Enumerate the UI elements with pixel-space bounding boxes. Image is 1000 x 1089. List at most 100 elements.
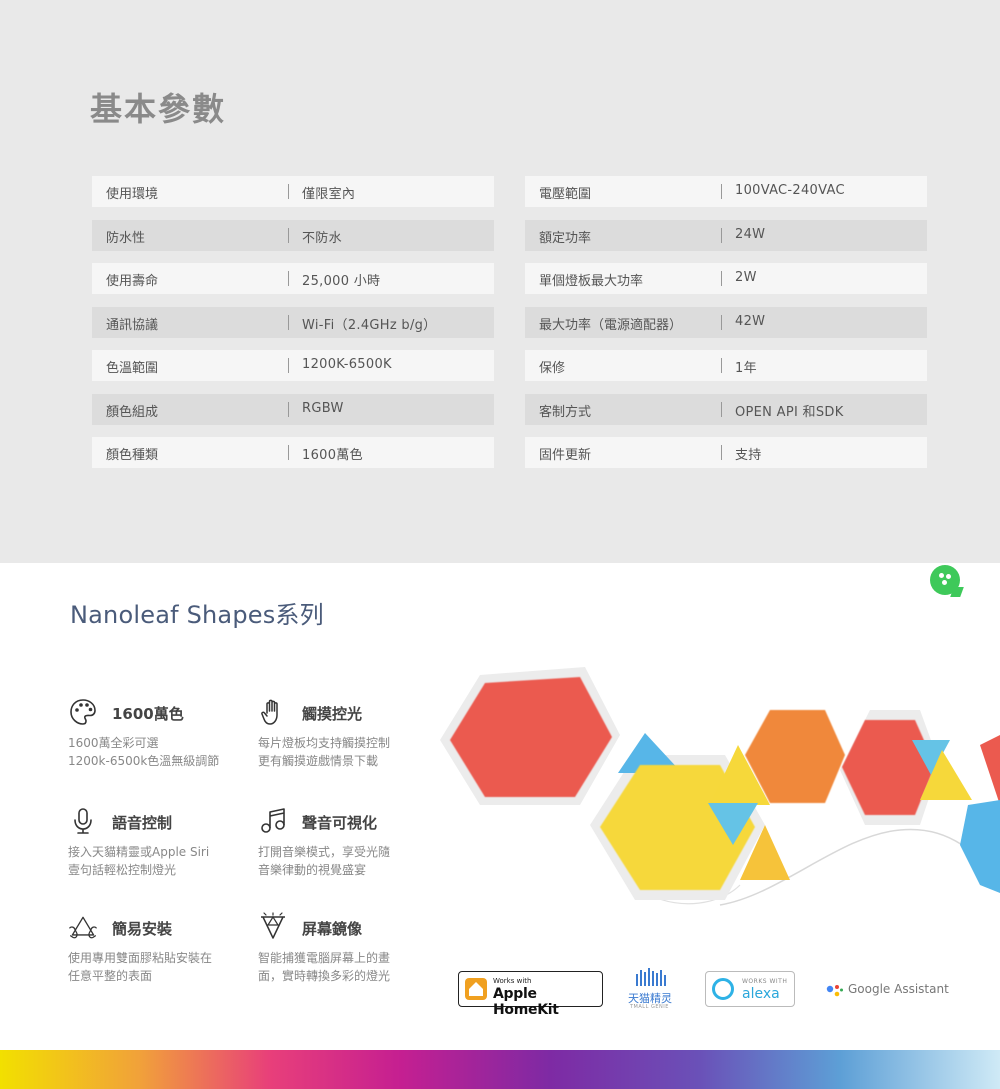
chat-button[interactable] — [930, 565, 960, 595]
spec-label: 色溫範圍 — [106, 361, 159, 376]
feature-desc-line: 每片燈板均支持觸摸控制 — [258, 736, 391, 750]
feature-desc-line: 任意平整的表面 — [68, 969, 153, 983]
touch-hand-icon — [261, 699, 278, 725]
alexa-badge: WORKS WITH alexa — [705, 971, 795, 1007]
spec-label: 固件更新 — [539, 448, 592, 463]
panel-hexagon-blue — [960, 800, 1000, 893]
spec-label: 通訊協議 — [106, 317, 159, 333]
spec-row: 額定功率 24W — [525, 219, 927, 251]
feature-description: 打開音樂模式，享受光隨 音樂律動的視覺盛宴 — [258, 843, 390, 879]
spec-row: 客制方式 OPEN API 和SDK — [525, 393, 927, 425]
spec-value: 2W — [735, 270, 757, 285]
home-icon — [465, 978, 487, 1000]
feature-desc-line: 壹句話輕松控制燈光 — [68, 863, 177, 877]
divider — [721, 184, 722, 199]
spec-label: 顏色組成 — [106, 404, 159, 420]
spec-label: 最大功率（電源適配器） — [539, 317, 683, 333]
feature-title: 聲音可視化 — [302, 814, 378, 832]
spec-label: 客制方式 — [539, 404, 592, 420]
feature-install: 簡易安裝 使用專用雙面膠粘貼安裝在 任意平整的表面 — [68, 912, 248, 983]
divider — [288, 358, 289, 373]
spec-row: 單個燈板最大功率 2W — [525, 263, 927, 294]
feature-description: 智能捕獲電腦屏幕上的畫 面，實時轉換多彩的燈光 — [258, 949, 390, 985]
tmall-bars-icon — [636, 968, 666, 986]
divider — [288, 401, 289, 417]
spec-value: 25,000 小時 — [302, 274, 381, 289]
spec-title: 基本參數 — [90, 90, 227, 128]
microphone-icon — [74, 808, 92, 834]
feature-desc-line: 打開音樂模式，享受光隨 — [258, 845, 391, 859]
feature-mirror: 屏幕鏡像 智能捕獲電腦屏幕上的畫 面，實時轉換多彩的燈光 — [258, 912, 438, 983]
spec-row: 保修 1年 — [525, 350, 927, 381]
homekit-badge: Works with Apple HomeKit — [458, 971, 603, 1018]
spec-row: 通訊協議 Wi-Fi（2.4GHz b/g） — [92, 306, 494, 338]
spec-value: RGBW — [302, 400, 344, 416]
feature-desc-line: 更有觸摸遊戲情景下載 — [258, 754, 379, 768]
spec-value: Wi-Fi（2.4GHz b/g） — [302, 317, 437, 333]
alexa-small-text: WORKS WITH — [742, 978, 788, 985]
divider — [288, 227, 289, 243]
feature-title: 屏幕鏡像 — [302, 920, 363, 938]
homekit-small-text: Works with — [493, 977, 532, 985]
feature-desc-line: 接入天貓精靈或Apple Siri — [68, 845, 210, 859]
alexa-big-text: alexa — [742, 986, 780, 1002]
divider — [288, 314, 289, 330]
alexa-ring-icon — [712, 978, 734, 1000]
feature-description: 1600萬全彩可選 1200k-6500k色溫無級調節 — [68, 734, 219, 770]
feature-color: 1600萬色 1600萬全彩可選 1200k-6500k色溫無級調節 — [68, 697, 248, 768]
feature-desc-line: 使用專用雙面膠粘貼安裝在 — [68, 951, 213, 965]
spec-value: 24W — [735, 226, 766, 242]
spec-row: 防水性 不防水 — [92, 219, 494, 251]
feature-title: 語音控制 — [112, 814, 173, 832]
divider — [721, 227, 722, 243]
spec-label: 電壓範圍 — [539, 187, 592, 202]
tmall-genie-subtext: TMALL GENIE — [630, 1004, 669, 1010]
divider — [288, 271, 289, 286]
spec-value: 僅限室內 — [302, 187, 356, 202]
feature-desc-line: 面，實時轉換多彩的燈光 — [258, 969, 391, 983]
feature-touch: 觸摸控光 每片燈板均支持觸摸控制 更有觸摸遊戲情景下載 — [258, 697, 438, 768]
spec-row: 顏色組成 RGBW — [92, 393, 494, 425]
feature-voice: 語音控制 接入天貓精靈或Apple Siri 壹句話輕松控制燈光 — [68, 806, 248, 877]
spec-label: 保修 — [539, 361, 566, 376]
feature-description: 接入天貓精靈或Apple Siri 壹句話輕松控制燈光 — [68, 843, 209, 879]
google-assistant-text: Google Assistant — [848, 982, 949, 996]
spec-row: 固件更新 支持 — [525, 437, 927, 468]
divider — [721, 271, 722, 286]
divider — [288, 445, 289, 460]
screen-mirror-icon — [261, 912, 285, 939]
nanoleaf-panels-image — [440, 667, 1000, 906]
gradient-footer-bar — [0, 1050, 1000, 1089]
divider — [721, 445, 722, 460]
spec-label: 防水性 — [106, 230, 146, 246]
feature-desc-line: 1200k-6500k色溫無級調節 — [68, 754, 220, 768]
tmall-genie-badge: 天猫精灵 TMALL GENIE — [626, 966, 678, 1012]
spec-section: 基本參數 使用環境 僅限室內 防水性 不防水 使用壽命 25,000 小時 通訊協議 W… — [0, 0, 1000, 563]
spec-row: 色溫範圍 1200K-6500K — [92, 350, 494, 381]
spec-value: 1600萬色 — [302, 448, 363, 463]
google-assistant-icon — [826, 985, 843, 997]
spec-column-right: 電壓範圍 100VAC-240VAC 額定功率 24W 單個燈板最大功率 2W 最大功… — [525, 176, 927, 481]
series-title: Nanoleaf Shapes系列 — [70, 601, 324, 629]
feature-desc-line: 音樂律動的視覺盛宴 — [258, 863, 367, 877]
feature-title: 1600萬色 — [112, 705, 184, 723]
spec-row: 電壓範圍 100VAC-240VAC — [525, 176, 927, 207]
google-assistant-badge: Google Assistant — [826, 981, 978, 1001]
feature-description: 每片燈板均支持觸摸控制 更有觸摸遊戲情景下載 — [258, 734, 390, 770]
spec-value: 1年 — [735, 361, 757, 376]
spec-column-left: 使用環境 僅限室內 防水性 不防水 使用壽命 25,000 小時 通訊協議 Wi-Fi（… — [92, 176, 494, 481]
feature-desc-line: 智能捕獲電腦屏幕上的畫 — [258, 951, 391, 965]
divider — [721, 358, 722, 373]
feature-description: 使用專用雙面膠粘貼安裝在 任意平整的表面 — [68, 949, 212, 985]
spec-row: 最大功率（電源適配器） 42W — [525, 306, 927, 338]
spec-value: 42W — [735, 313, 766, 329]
spec-label: 使用環境 — [106, 187, 159, 202]
panel-triangle-red — [980, 735, 1000, 805]
feature-title: 觸摸控光 — [302, 705, 363, 723]
spec-label: 額定功率 — [539, 230, 592, 246]
divider — [721, 314, 722, 330]
compatibility-badges: Works with Apple HomeKit 天猫精灵 TMALL GENI… — [458, 966, 978, 1018]
spec-row: 顏色種類 1600萬色 — [92, 437, 494, 468]
palette-icon — [70, 699, 96, 725]
spec-value: OPEN API 和SDK — [735, 404, 844, 420]
